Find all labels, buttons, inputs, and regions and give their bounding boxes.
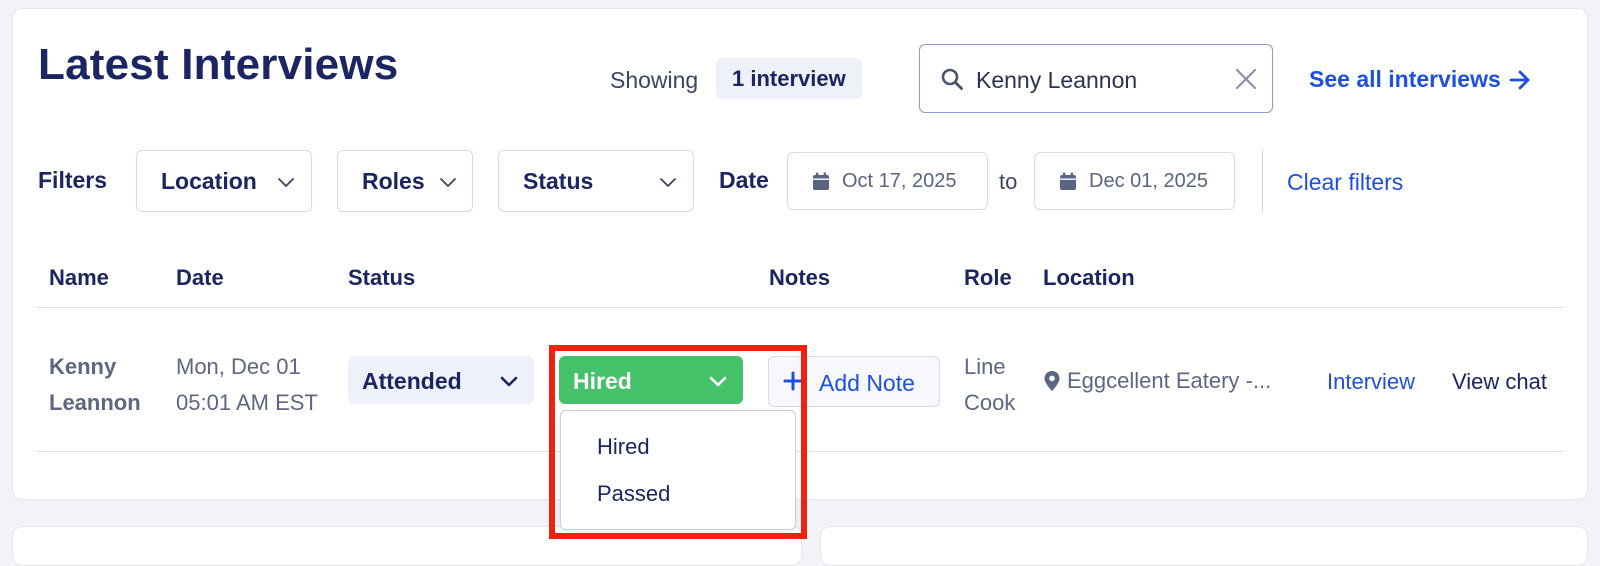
menu-option-passed[interactable]: Passed (597, 481, 670, 507)
outcome-status-dropdown[interactable]: Hired (559, 356, 743, 404)
column-header-status: Status (348, 265, 416, 290)
date-to-picker[interactable]: Dec 01, 2025 (1034, 152, 1235, 210)
close-icon[interactable] (1234, 67, 1258, 91)
attendance-status-label: Attended (362, 368, 462, 394)
date-to-value: Dec 01, 2025 (1089, 170, 1208, 192)
attendance-status-dropdown[interactable]: Attended (348, 356, 534, 404)
arrow-right-icon (1509, 70, 1530, 89)
calendar-icon (1060, 172, 1076, 190)
candidate-first-name: Kenny (49, 354, 117, 379)
view-chat-link[interactable]: View chat (1452, 369, 1547, 395)
date-from-value: Oct 17, 2025 (842, 170, 957, 192)
plus-icon (783, 371, 803, 391)
column-header-name: Name (49, 265, 109, 290)
add-note-label: Add Note (819, 370, 915, 396)
date-to-separator: to (999, 169, 1018, 194)
menu-option-hired[interactable]: Hired (597, 434, 650, 460)
candidate-location: Eggcellent Eatery -... (1043, 368, 1271, 394)
candidate-location-text: Eggcellent Eatery -... (1067, 368, 1272, 393)
map-pin-icon (1044, 371, 1060, 391)
column-header-role: Role (964, 265, 1012, 290)
column-header-notes: Notes (769, 265, 831, 290)
interview-link[interactable]: Interview (1327, 369, 1415, 395)
roles-filter-dropdown[interactable]: Roles (337, 150, 473, 212)
status-filter-dropdown[interactable]: Status (498, 150, 694, 212)
search-value[interactable]: Kenny Leannon (976, 67, 1137, 94)
candidate-name: Kenny Leannon (49, 349, 141, 421)
lower-card-right (820, 526, 1588, 566)
table-header-divider (37, 307, 1563, 308)
clear-filters-link[interactable]: Clear filters (1287, 169, 1403, 196)
status-filter-label: Status (523, 168, 594, 194)
column-header-location: Location (1043, 265, 1135, 290)
interview-date: Mon, Dec 01 05:01 AM EST (176, 349, 318, 421)
chevron-down-icon (278, 178, 294, 187)
candidate-role-line2: Cook (964, 390, 1016, 415)
chevron-down-icon (660, 178, 676, 187)
location-filter-label: Location (161, 168, 257, 194)
search-icon (941, 68, 963, 90)
result-count-badge: 1 interview (716, 58, 862, 99)
outcome-status-label: Hired (573, 368, 632, 394)
calendar-icon (813, 172, 829, 190)
interview-date-day: Mon, Dec 01 (176, 354, 301, 379)
candidate-last-name: Leannon (49, 390, 141, 415)
column-header-date: Date (176, 265, 224, 290)
filters-label: Filters (38, 167, 108, 193)
page-title: Latest Interviews (38, 40, 399, 89)
candidate-role-line1: Line (964, 354, 1006, 379)
add-note-button[interactable]: Add Note (768, 356, 940, 407)
chevron-down-icon (440, 178, 456, 187)
date-filter-label: Date (719, 167, 769, 193)
showing-label: Showing (610, 67, 699, 93)
filter-divider (1262, 150, 1263, 212)
outcome-dropdown-menu: Hired Passed (560, 410, 796, 530)
interview-date-time: 05:01 AM EST (176, 390, 318, 415)
chevron-down-icon (709, 376, 727, 387)
location-filter-dropdown[interactable]: Location (136, 150, 312, 212)
lower-card-left (12, 526, 802, 566)
table-row-divider (37, 451, 1563, 452)
see-all-label: See all interviews (1309, 66, 1501, 92)
search-input[interactable]: Kenny Leannon (919, 44, 1273, 113)
roles-filter-label: Roles (362, 168, 425, 194)
see-all-interviews-link[interactable]: See all interviews (1309, 66, 1531, 93)
date-from-picker[interactable]: Oct 17, 2025 (787, 152, 988, 210)
candidate-role: Line Cook (964, 349, 1015, 421)
chevron-down-icon (500, 376, 518, 387)
